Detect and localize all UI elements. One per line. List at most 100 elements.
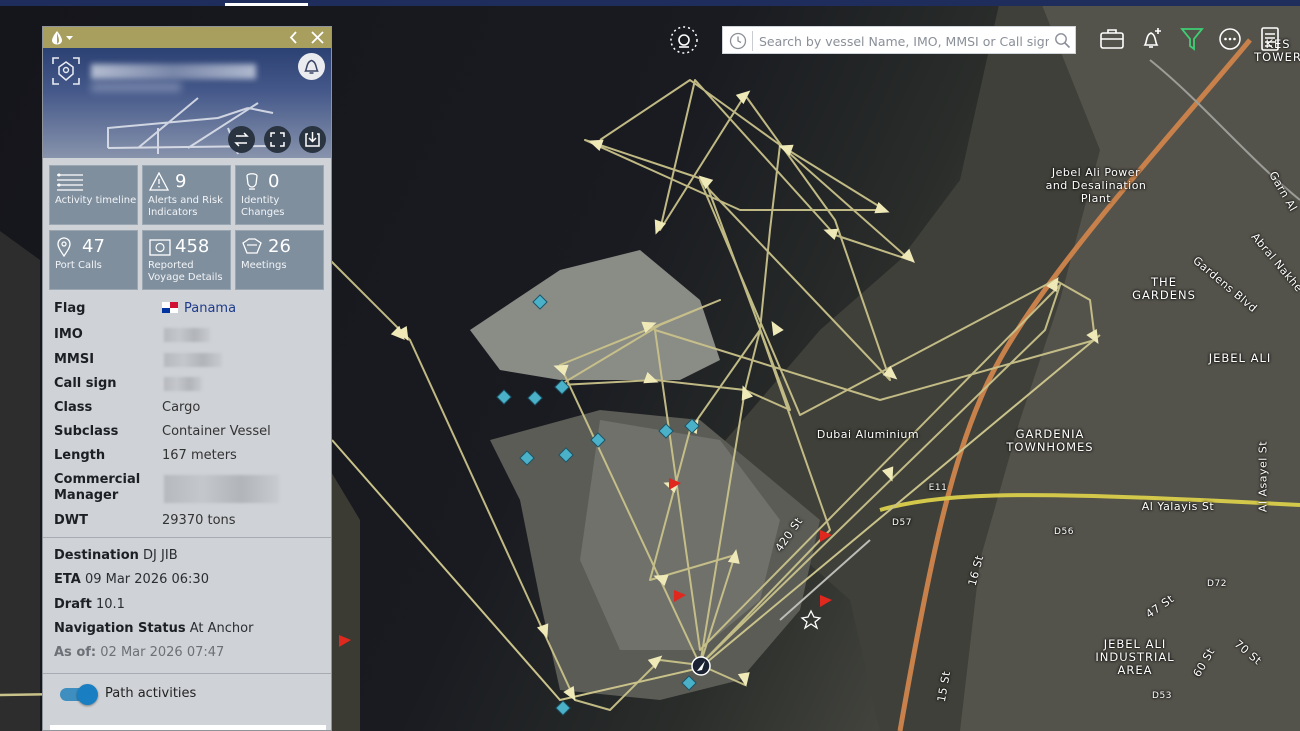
layer-dropdown[interactable] [50,30,76,45]
path-activities-toggle[interactable] [60,684,98,705]
expand-icon[interactable] [263,125,292,154]
direction-arrow [588,139,604,152]
search-icon[interactable] [1054,32,1071,49]
direction-arrow [654,219,667,235]
manager-redacted [164,475,279,503]
tile-alerts[interactable]: 9 Alerts and Risk Indicators [142,165,231,225]
direction-arrow [536,623,549,639]
port-marker [532,294,548,310]
map-label-industrial-area: JEBEL ALI INDUSTRIAL AREA [1095,637,1175,677]
meeting-icon [242,238,262,254]
vessel-position-marker [691,656,711,676]
map-label-the-gardens: THE GARDENS [1132,275,1196,302]
mmsi-redacted [164,353,222,367]
voyage-draft: Draft 10.1 [54,597,125,612]
voyage-as-of: As of: 02 Mar 2026 07:47 [54,645,225,660]
voyage-eta: ETA 09 Mar 2026 06:30 [54,572,209,587]
section-divider [43,537,331,538]
port-marker [527,390,543,406]
flag-value[interactable]: Panama [162,301,236,317]
port-marker [658,423,674,439]
bell-plus-icon[interactable] [1138,25,1166,53]
filter-icon[interactable] [1178,25,1206,53]
droplet-icon [52,31,73,45]
vessel-details-panel: Activity timeline 9 Alerts and Risk Indi… [42,26,332,731]
path-activities-row: Path activities [43,674,331,716]
timeline-icon [57,173,83,191]
tile-reported-voyage[interactable]: 458 Reported Voyage Details [142,230,231,290]
more-icon[interactable] [1216,25,1244,53]
location-pin-icon [57,237,71,257]
path-activities-label: Path activities [105,686,197,701]
map-label-d56: D56 [1054,527,1074,537]
detail-value: Cargo [162,400,201,415]
map-label-d72: D72 [1207,579,1227,589]
tile-count: 26 [268,236,291,257]
compare-icon[interactable] [227,125,256,154]
map-label-jebel-ali: JEBEL ALI [1208,351,1272,365]
download-icon[interactable] [298,125,327,154]
detail-label: Class [54,400,93,415]
detail-value: Container Vessel [162,424,271,439]
alert-marker [674,590,686,602]
identity-icon [246,173,258,190]
port-marker [558,447,574,463]
alert-marker [820,595,832,607]
tile-meetings[interactable]: 26 Meetings [235,230,324,290]
detail-value: 167 meters [162,448,237,463]
direction-arrow [900,248,915,263]
alert-marker [820,530,832,542]
tile-label: Meetings [241,260,287,271]
tile-port-calls[interactable]: 47 Port Calls [49,230,138,290]
map-label-d53: D53 [1152,691,1172,701]
search-bar [722,26,1076,54]
detail-label: Flag [54,301,86,316]
voyage-nav-status: Navigation Status At Anchor [54,621,254,636]
vessel-name-redacted [91,64,256,79]
tile-count: 9 [175,171,187,192]
detail-label: DWT [54,513,88,528]
collapse-panel-icon[interactable] [286,29,302,46]
voyage-icon [149,239,171,256]
map-label-dubai-aluminium: Dubai Aluminium [816,428,920,441]
search-input[interactable] [759,30,1049,52]
map-label-power-plant: Jebel Ali Power and Desalination Plant [1045,166,1147,205]
tile-identity-changes[interactable]: 0 Identity Changes [235,165,324,225]
direction-arrow [698,175,714,190]
detail-label: Call sign [54,376,117,391]
port-marker [681,675,697,691]
tile-label: Identity Changes [241,195,285,218]
detail-value: 29370 tons [162,513,236,528]
tile-count: 47 [82,236,105,257]
call-sign-redacted [164,377,202,391]
detail-label: IMO [54,327,83,342]
voyage-destination: Destination DJ JIB [54,548,178,563]
sun-icon[interactable] [669,25,699,55]
detail-commercial-manager: Commercial Manager [54,472,324,506]
direction-arrow [771,320,784,337]
vessel-header [43,48,331,158]
waypoint-marker [800,609,822,630]
document-icon[interactable] [1256,25,1284,53]
search-divider [752,31,753,51]
map-label-al-yalayis: Al Yalayis St [1141,500,1215,513]
panel-header-bar [43,27,331,48]
alert-marker [339,635,351,647]
notification-bell-icon[interactable] [297,52,326,81]
tile-count: 0 [268,171,280,192]
tile-label: Reported Voyage Details [148,260,223,283]
close-panel-icon[interactable] [309,29,326,46]
tile-label: Activity timeline [55,195,137,206]
map-label-d57: D57 [892,518,912,528]
tile-label: Port Calls [55,260,102,271]
clock-icon[interactable] [729,32,747,50]
briefcase-icon[interactable] [1098,25,1126,53]
top-app-strip [0,0,1300,6]
track-path [329,79,1096,711]
detail-label: Commercial Manager [54,472,141,503]
imo-redacted [164,328,210,342]
active-tab-indicator [225,3,308,6]
port-marker [519,450,535,466]
tile-activity-timeline[interactable]: Activity timeline [49,165,138,225]
direction-arrow [823,228,839,241]
